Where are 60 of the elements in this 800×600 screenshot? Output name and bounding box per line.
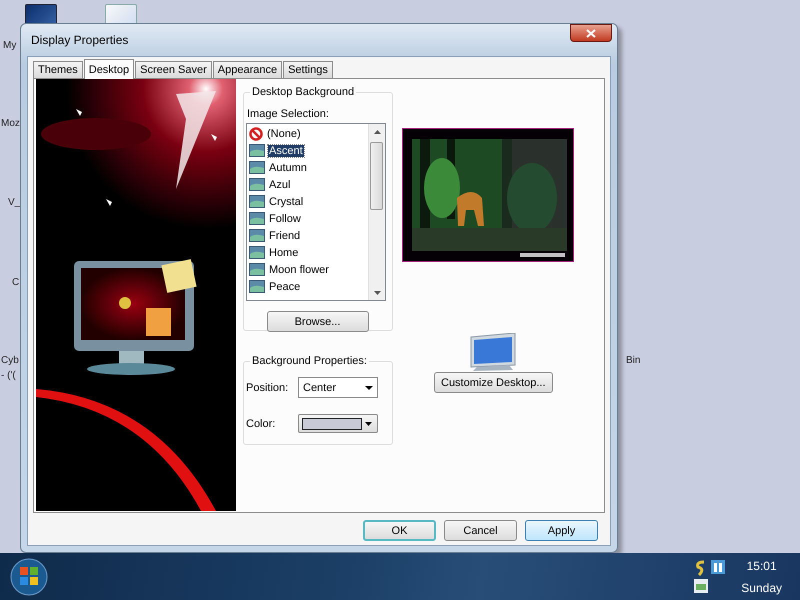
list-item[interactable]: Friend <box>268 230 302 242</box>
dialog-button[interactable]: OK <box>363 520 436 541</box>
image-file-icon <box>249 178 265 191</box>
clock-day[interactable]: Sunday <box>741 580 782 594</box>
desktop-icon-label[interactable]: Bin <box>626 355 640 366</box>
monitor-icon <box>469 333 518 371</box>
customize-desktop-button[interactable]: Customize Desktop... <box>434 372 553 393</box>
tray-icon[interactable] <box>694 579 708 593</box>
image-list[interactable]: (None) Ascent Autumn Azul Crystal Follow Friend Home Moon flower Peace <box>246 123 386 301</box>
group-title: Desktop Background <box>251 86 356 98</box>
dropdown-arrow-icon <box>365 422 372 426</box>
list-item[interactable]: Home <box>268 246 300 258</box>
field-label: Image Selection: <box>247 108 329 120</box>
desktop-icon-label[interactable]: - ('( <box>1 370 16 381</box>
start-button[interactable] <box>10 558 48 596</box>
image-file-icon <box>249 144 265 157</box>
dialog-button[interactable]: Apply <box>525 520 598 541</box>
clock-time[interactable]: 15:01 <box>746 558 777 572</box>
desktop-icon-label[interactable]: My <box>3 40 16 51</box>
tab[interactable]: Settings <box>283 61 333 78</box>
position-dropdown[interactable]: Center <box>298 377 378 398</box>
list-item[interactable]: Crystal <box>268 196 304 208</box>
image-file-icon <box>249 212 265 225</box>
list-item[interactable]: Peace <box>268 280 302 292</box>
dropdown-arrow-icon <box>365 386 373 390</box>
desktop-icon-label[interactable]: Cyb <box>1 355 19 366</box>
list-item[interactable]: Follow <box>268 212 302 224</box>
scroll-down-icon[interactable] <box>374 290 380 294</box>
image-file-icon <box>249 161 265 174</box>
group-title: Background Properties: <box>251 355 368 367</box>
list-item[interactable]: Moon flower <box>268 264 330 276</box>
close-button[interactable] <box>570 24 612 42</box>
desktop-icon-label[interactable]: Moz <box>1 118 20 129</box>
prohibited-icon <box>249 126 263 140</box>
list-item[interactable]: Autumn <box>268 162 308 174</box>
scroll-thumb[interactable] <box>370 142 383 210</box>
field-label: Color: <box>246 418 276 430</box>
tab[interactable]: Themes <box>33 61 83 78</box>
dialog-button[interactable]: Cancel <box>444 520 517 541</box>
image-file-icon <box>249 280 265 293</box>
window-title: Display Properties <box>31 33 128 47</box>
color-picker[interactable] <box>298 414 378 433</box>
image-file-icon <box>249 263 265 276</box>
list-item[interactable]: (None) <box>266 128 302 140</box>
image-file-icon <box>249 195 265 208</box>
close-icon <box>586 28 596 38</box>
tab[interactable]: Screen Saver <box>135 61 212 78</box>
tab[interactable]: Appearance <box>212 61 282 78</box>
browse-button[interactable]: Browse... <box>266 311 368 332</box>
scrollbar[interactable] <box>368 124 385 300</box>
field-label: Position: <box>246 382 290 394</box>
scroll-up-icon[interactable] <box>374 130 380 134</box>
list-item[interactable]: Ascent <box>268 144 304 156</box>
desktop-icon-label[interactable]: V_ <box>8 197 20 208</box>
image-file-icon <box>249 246 265 259</box>
list-item[interactable]: Azul <box>268 178 292 190</box>
image-file-icon <box>249 229 265 242</box>
tray-icon[interactable] <box>711 560 726 574</box>
desktop-icon-label[interactable]: C <box>12 277 20 288</box>
tab[interactable]: Desktop <box>84 59 134 79</box>
